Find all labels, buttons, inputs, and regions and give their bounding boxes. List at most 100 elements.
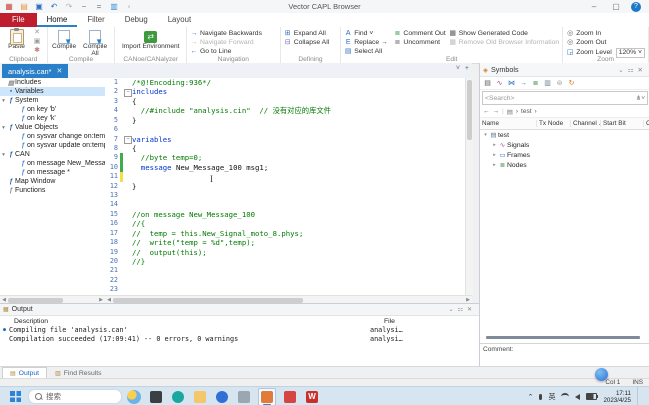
weather-widget-icon[interactable] [126, 389, 142, 405]
symbols-column-tx-node[interactable]: Tx Node [537, 120, 571, 127]
fold-marker[interactable]: − [123, 135, 132, 145]
ribbon-tab-file[interactable]: File [0, 13, 37, 27]
scrollbar-thumb[interactable] [467, 80, 472, 140]
collapse-region-icon[interactable]: − [124, 136, 132, 145]
settings-view-icon[interactable]: ⊜ [555, 79, 564, 88]
chevron-up-icon[interactable]: ⌃ [528, 393, 534, 401]
scrollbar-thumb[interactable] [8, 297, 63, 303]
symbols-splitter-handle[interactable] [486, 336, 640, 339]
import-environment-button[interactable]: ⇄ Import Environment [121, 29, 181, 55]
chevron-right-icon[interactable]: ▸ [491, 162, 498, 168]
dock-icon[interactable]: ⌄ [616, 67, 625, 74]
tree-item-on-key-k-[interactable]: ƒ on key 'k' [0, 114, 105, 123]
taskbar-search[interactable]: 搜索 [28, 389, 122, 404]
symbols-column-channel-[interactable]: Channel ... [571, 120, 601, 127]
code-editor[interactable]: 1/*@!Encoding:936*/2− includes 3{4 //#incl… [105, 78, 465, 295]
symbols-column-comment[interactable]: Comment [644, 120, 649, 127]
document-list-dropdown-icon[interactable]: ˅ [456, 65, 460, 72]
save-icon[interactable]: ▣ [34, 2, 44, 11]
app-icon[interactable]: ▦ [4, 2, 14, 11]
symbols-tree-item-test[interactable]: ▾ ▤ test [480, 130, 649, 140]
maximize-button[interactable]: ▢ [605, 0, 627, 13]
app-red-icon[interactable] [282, 389, 298, 405]
nodes-view-icon[interactable]: ≣ [531, 79, 540, 88]
ribbon-tab-debug[interactable]: Debug [115, 13, 158, 27]
document-tab-close-icon[interactable]: ✕ [57, 67, 63, 75]
undo-icon[interactable]: ↶ [49, 2, 59, 11]
pin-icon[interactable]: ⚏ [626, 67, 636, 74]
symbols-column-start-bit[interactable]: Start Bit [601, 120, 644, 127]
browser-teal-icon[interactable] [170, 389, 186, 405]
symbols-tree-item-signals[interactable]: ▸ ∿ Signals [480, 140, 649, 150]
compile-button[interactable]: ▼ Compile [51, 29, 78, 55]
code-line[interactable]: 6 [105, 125, 465, 134]
code-line[interactable]: 1 /*@!Encoding:936*/ [105, 78, 465, 87]
tree-item-on-sysvar-change-on-temp[interactable]: ƒ on sysvar change on:temp [0, 132, 105, 141]
tree-item-system[interactable]: ▾ ƒ System [0, 96, 105, 105]
floating-assistant-badge[interactable] [595, 368, 608, 381]
ime-indicator[interactable]: 英 [548, 392, 555, 402]
ribbon-tab-home[interactable]: Home [37, 13, 78, 27]
code-line[interactable]: 4 //#include "analysis.cin" // 没有对应的库文件 [105, 106, 465, 115]
code-line[interactable]: 17 // temp = this.New_Signal_moto_8.phys; [105, 229, 465, 238]
expand-all[interactable]: ⊞ Expand All [284, 30, 330, 38]
uncomment[interactable]: ≣ Uncomment [393, 39, 445, 47]
taskbar-clock[interactable]: 17:11 2023/4/25 [603, 390, 631, 404]
find[interactable]: A Find ˅ [344, 30, 390, 38]
code-line[interactable]: 2− includes [105, 87, 465, 97]
zoom-in[interactable]: ◎ Zoom In [566, 30, 645, 38]
show-desktop-button[interactable] [637, 387, 641, 405]
wifi-icon[interactable] [561, 393, 570, 400]
code-line[interactable]: 18 // write("temp = %d",temp); [105, 238, 465, 247]
sync-icon[interactable]: ↻ [567, 79, 576, 88]
replace[interactable]: E Replace → [344, 39, 390, 47]
capl-browser-icon[interactable] [258, 387, 276, 405]
code-line[interactable]: 23 [105, 285, 465, 294]
breadcrumb-back-icon[interactable]: ← [483, 108, 490, 115]
chevron-down-icon[interactable]: ▾ [482, 132, 489, 138]
code-line[interactable]: 16 //{ [105, 219, 465, 228]
symbols-column-name[interactable]: Name [480, 120, 537, 127]
show-generated-code[interactable]: ▦ Show Generated Code [449, 30, 559, 38]
equals-icon[interactable]: = [94, 2, 104, 11]
customize-icon[interactable]: ◦ [124, 2, 134, 11]
tree-item-includes[interactable]: ▤ Includes [0, 78, 105, 87]
code-line[interactable]: 20 //} [105, 257, 465, 266]
task-view-icon[interactable] [236, 389, 252, 405]
document-tab-analysis-can[interactable]: analysis.can* ✕ [2, 64, 69, 78]
code-line[interactable]: 10 message New_Message_100 msg1; [105, 162, 465, 173]
app-blue-icon[interactable] [214, 389, 230, 405]
split-view-icon[interactable]: + [465, 65, 469, 72]
file-explorer-icon[interactable] [192, 389, 208, 405]
minimize-button[interactable]: – [583, 0, 605, 13]
code-line[interactable]: 22 [105, 276, 465, 285]
zoom-out[interactable]: ◎ Zoom Out [566, 39, 645, 47]
code-line[interactable]: 13 [105, 191, 465, 200]
minus-icon[interactable]: − [79, 2, 89, 11]
tree-item-on-message-new-message-[interactable]: ƒon message New_Message_ [0, 159, 105, 168]
code-line[interactable]: 8{ [105, 144, 465, 153]
fold-marker[interactable]: − [123, 87, 132, 97]
chevron-right-icon[interactable]: ▸ [491, 152, 498, 158]
mic-icon[interactable] [539, 393, 543, 400]
signals-view-icon[interactable]: ∿ [495, 79, 504, 88]
code-line[interactable]: 3{ [105, 97, 465, 106]
tree-item-can[interactable]: ▾ ƒ CAN [0, 150, 105, 159]
cut-button[interactable]: ✕ [33, 29, 41, 37]
symbols-tree-item-nodes[interactable]: ▸ ≣ Nodes [480, 160, 649, 170]
comment-out[interactable]: ≣ Comment Out [393, 30, 445, 38]
symbols-tree-item-frames[interactable]: ▸ ▭ Frames [480, 150, 649, 160]
navigate-backwards[interactable]: → Navigate Backwards [190, 30, 262, 38]
delete-button[interactable]: ✱ [33, 47, 41, 55]
open-file-icon[interactable]: ▤ [19, 2, 29, 11]
start-button[interactable] [10, 391, 21, 402]
dock-icon[interactable]: ⌄ [447, 307, 456, 313]
compile-all-button[interactable]: ▼ Compile All [82, 29, 109, 57]
scrollbar-thumb[interactable] [113, 297, 303, 303]
breadcrumb-root[interactable]: test [521, 108, 531, 115]
filter-dropdown-icon[interactable]: ˅ [641, 95, 645, 102]
forward-view-icon[interactable]: → [519, 79, 528, 88]
output-row[interactable]: ● Compiling file 'analysis.can' analysi… [0, 326, 479, 335]
volume-icon[interactable] [575, 393, 581, 400]
pin-icon[interactable]: ⚏ [456, 307, 465, 313]
